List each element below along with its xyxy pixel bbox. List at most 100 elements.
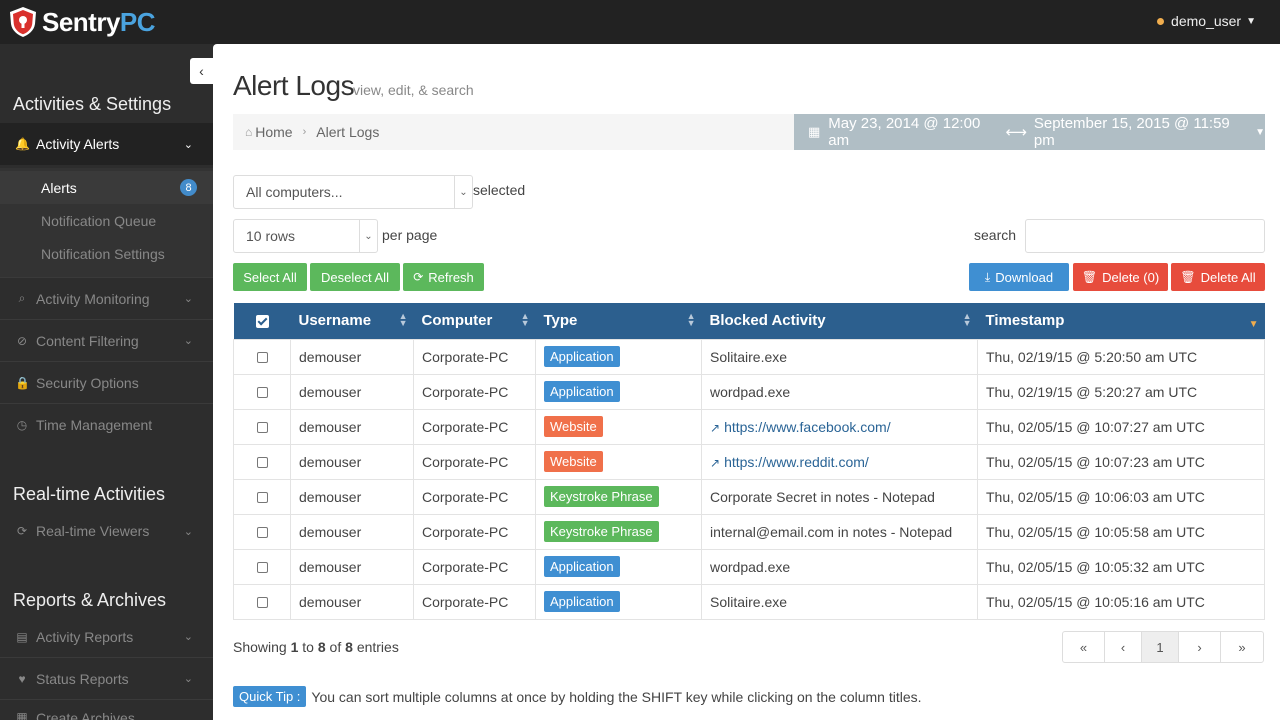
sidebar-item-label: Activity Monitoring bbox=[36, 290, 150, 307]
table-row[interactable]: demouser Corporate-PC Keystroke Phrase i… bbox=[233, 513, 1265, 550]
row-checkbox-cell[interactable] bbox=[233, 513, 291, 550]
sidebar-item-label: Activity Alerts bbox=[36, 136, 120, 152]
search-input[interactable] bbox=[1025, 219, 1265, 253]
blocked-url-link[interactable]: https://www.facebook.com/ bbox=[724, 419, 891, 435]
first-page-button[interactable]: « bbox=[1063, 632, 1105, 662]
row-checkbox-cell[interactable] bbox=[233, 548, 291, 585]
showing-entries-text: Showing 1 to 8 of 8 entries bbox=[233, 639, 399, 655]
page-subtitle: view, edit, & search bbox=[353, 82, 474, 98]
sidebar-item-content-filtering[interactable]: ⊘ Content Filtering ⌄ bbox=[0, 320, 213, 362]
header-timestamp[interactable]: Timestamp ▼ bbox=[977, 303, 1265, 339]
download-button[interactable]: ⤓ Download bbox=[969, 263, 1069, 291]
blocked-url-link[interactable]: https://www.reddit.com/ bbox=[724, 454, 869, 470]
delete-selected-button[interactable]: 🗑 Delete (0) bbox=[1073, 263, 1168, 291]
sidebar-item-security-options[interactable]: 🔒 Security Options bbox=[0, 362, 213, 404]
header-select-all-checkbox[interactable] bbox=[233, 303, 291, 339]
chevron-down-icon: ⌄ bbox=[183, 335, 193, 347]
row-checkbox[interactable] bbox=[256, 422, 268, 434]
row-checkbox[interactable] bbox=[256, 562, 268, 574]
table-row[interactable]: demouser Corporate-PC Application wordpa… bbox=[233, 373, 1265, 410]
header-username[interactable]: Username ▲ ▼ bbox=[290, 303, 414, 339]
sidebar-item-label: Activity Reports bbox=[36, 628, 134, 645]
header-blocked-activity[interactable]: Blocked Activity ▲ ▼ bbox=[701, 303, 978, 339]
chevron-down-icon: ⌄ bbox=[183, 138, 193, 151]
deselect-all-button[interactable]: Deselect All bbox=[310, 263, 400, 291]
checkbox-checked-icon bbox=[255, 314, 269, 328]
table-row[interactable]: demouser Corporate-PC Keystroke Phrase C… bbox=[233, 478, 1265, 515]
cell-computer: Corporate-PC bbox=[413, 338, 536, 375]
row-checkbox-cell[interactable] bbox=[233, 583, 291, 620]
status-dot-icon bbox=[1157, 17, 1165, 25]
logo[interactable]: SentryPC bbox=[8, 5, 156, 39]
pagination: « ‹ 1 › » bbox=[1062, 631, 1264, 663]
cell-computer: Corporate-PC bbox=[413, 373, 536, 410]
sidebar-subitem-notification-queue[interactable]: Notification Queue bbox=[0, 204, 213, 237]
type-badge: Keystroke Phrase bbox=[544, 486, 659, 507]
refresh-button[interactable]: ⟳ Refresh bbox=[403, 263, 484, 291]
breadcrumb-home-link[interactable]: Home bbox=[255, 124, 292, 140]
type-badge: Website bbox=[544, 416, 603, 437]
select-all-button[interactable]: Select All bbox=[233, 263, 307, 291]
row-checkbox-cell[interactable] bbox=[233, 338, 291, 375]
cell-blocked: wordpad.exe bbox=[701, 373, 978, 410]
type-badge: Application bbox=[544, 346, 620, 367]
chevron-down-icon: ⌄ bbox=[183, 631, 193, 643]
date-range-picker[interactable]: ▦ May 23, 2014 @ 12:00 am ⟷ September 15… bbox=[794, 114, 1265, 150]
sidebar-subitem-alerts[interactable]: Alerts 8 bbox=[0, 171, 213, 204]
page-1-button[interactable]: 1 bbox=[1142, 632, 1179, 662]
delete-all-button[interactable]: 🗑 Delete All bbox=[1171, 263, 1265, 291]
user-menu[interactable]: demo_user ▼ bbox=[1157, 13, 1256, 29]
quick-tip-text: You can sort multiple columns at once by… bbox=[311, 688, 922, 705]
cell-computer: Corporate-PC bbox=[413, 548, 536, 585]
row-checkbox[interactable] bbox=[256, 387, 268, 399]
row-checkbox[interactable] bbox=[256, 597, 268, 609]
table-row[interactable]: demouser Corporate-PC Application Solita… bbox=[233, 583, 1265, 620]
computer-select[interactable]: All computers... ⌄ bbox=[233, 175, 473, 209]
table-row[interactable]: demouser Corporate-PC Website ↗ https://w… bbox=[233, 408, 1265, 445]
row-checkbox-cell[interactable] bbox=[233, 408, 291, 445]
chevron-down-icon: ▼ bbox=[1246, 15, 1256, 27]
row-checkbox[interactable] bbox=[256, 457, 268, 469]
table-row[interactable]: demouser Corporate-PC Application Solita… bbox=[233, 338, 1265, 375]
sort-desc-icon: ▼ bbox=[1248, 319, 1259, 330]
row-checkbox[interactable] bbox=[256, 492, 268, 504]
page-title: Alert Logs bbox=[233, 70, 355, 101]
row-checkbox-cell[interactable] bbox=[233, 443, 291, 480]
cell-blocked: ↗ https://www.facebook.com/ bbox=[701, 408, 978, 445]
sidebar-item-activity-reports[interactable]: ▤ Activity Reports ⌄ bbox=[0, 616, 213, 658]
row-checkbox-cell[interactable] bbox=[233, 478, 291, 515]
cell-type: Keystroke Phrase bbox=[535, 513, 702, 550]
sidebar-item-time-management[interactable]: ◷ Time Management bbox=[0, 404, 213, 446]
cell-blocked: wordpad.exe bbox=[701, 548, 978, 585]
date-range-start: May 23, 2014 @ 12:00 am bbox=[828, 115, 981, 149]
sidebar-item-status-reports[interactable]: ♥ Status Reports ⌄ bbox=[0, 658, 213, 700]
prev-page-button[interactable]: ‹ bbox=[1105, 632, 1142, 662]
rows-per-page-select[interactable]: 10 rows ⌄ bbox=[233, 219, 378, 253]
table-row[interactable]: demouser Corporate-PC Application wordpa… bbox=[233, 548, 1265, 585]
row-checkbox[interactable] bbox=[256, 352, 268, 364]
type-badge: Application bbox=[544, 591, 620, 612]
sidebar-subitem-label: Alerts bbox=[41, 179, 77, 196]
header-type[interactable]: Type ▲ ▼ bbox=[535, 303, 702, 339]
sidebar-item-activity-monitoring[interactable]: ⌕ Activity Monitoring ⌄ bbox=[0, 278, 213, 320]
date-range-end: September 15, 2015 @ 11:59 pm bbox=[1033, 115, 1230, 149]
last-page-button[interactable]: » bbox=[1221, 632, 1263, 662]
activity-alerts-submenu: Alerts 8 Notification Queue Notification… bbox=[0, 168, 213, 278]
collapse-sidebar-button[interactable]: ‹ bbox=[190, 58, 213, 84]
external-link-icon: ↗ bbox=[710, 420, 721, 435]
ban-icon: ⊘ bbox=[16, 333, 28, 348]
row-checkbox[interactable] bbox=[256, 527, 268, 539]
sidebar-item-activity-alerts[interactable]: 🔔 Activity Alerts ⌄ bbox=[0, 123, 213, 165]
sidebar-item-label: Time Management bbox=[36, 417, 153, 433]
cell-timestamp: Thu, 02/05/15 @ 10:05:16 am UTC bbox=[977, 583, 1265, 620]
quick-tip-badge: Quick Tip : bbox=[233, 686, 307, 707]
header-computer[interactable]: Computer ▲ ▼ bbox=[413, 303, 536, 339]
row-checkbox-cell[interactable] bbox=[233, 373, 291, 410]
calendar-icon: ▦ bbox=[808, 124, 821, 139]
search-label: search bbox=[974, 227, 1017, 243]
next-page-button[interactable]: › bbox=[1179, 632, 1221, 662]
sidebar-subitem-notification-settings[interactable]: Notification Settings bbox=[0, 237, 213, 270]
sidebar-item-realtime-viewers[interactable]: ⟳ Real-time Viewers ⌄ bbox=[0, 510, 213, 552]
sidebar-item-create-archives[interactable]: ▦ Create Archives bbox=[0, 700, 213, 720]
table-row[interactable]: demouser Corporate-PC Website ↗ https://w… bbox=[233, 443, 1265, 480]
